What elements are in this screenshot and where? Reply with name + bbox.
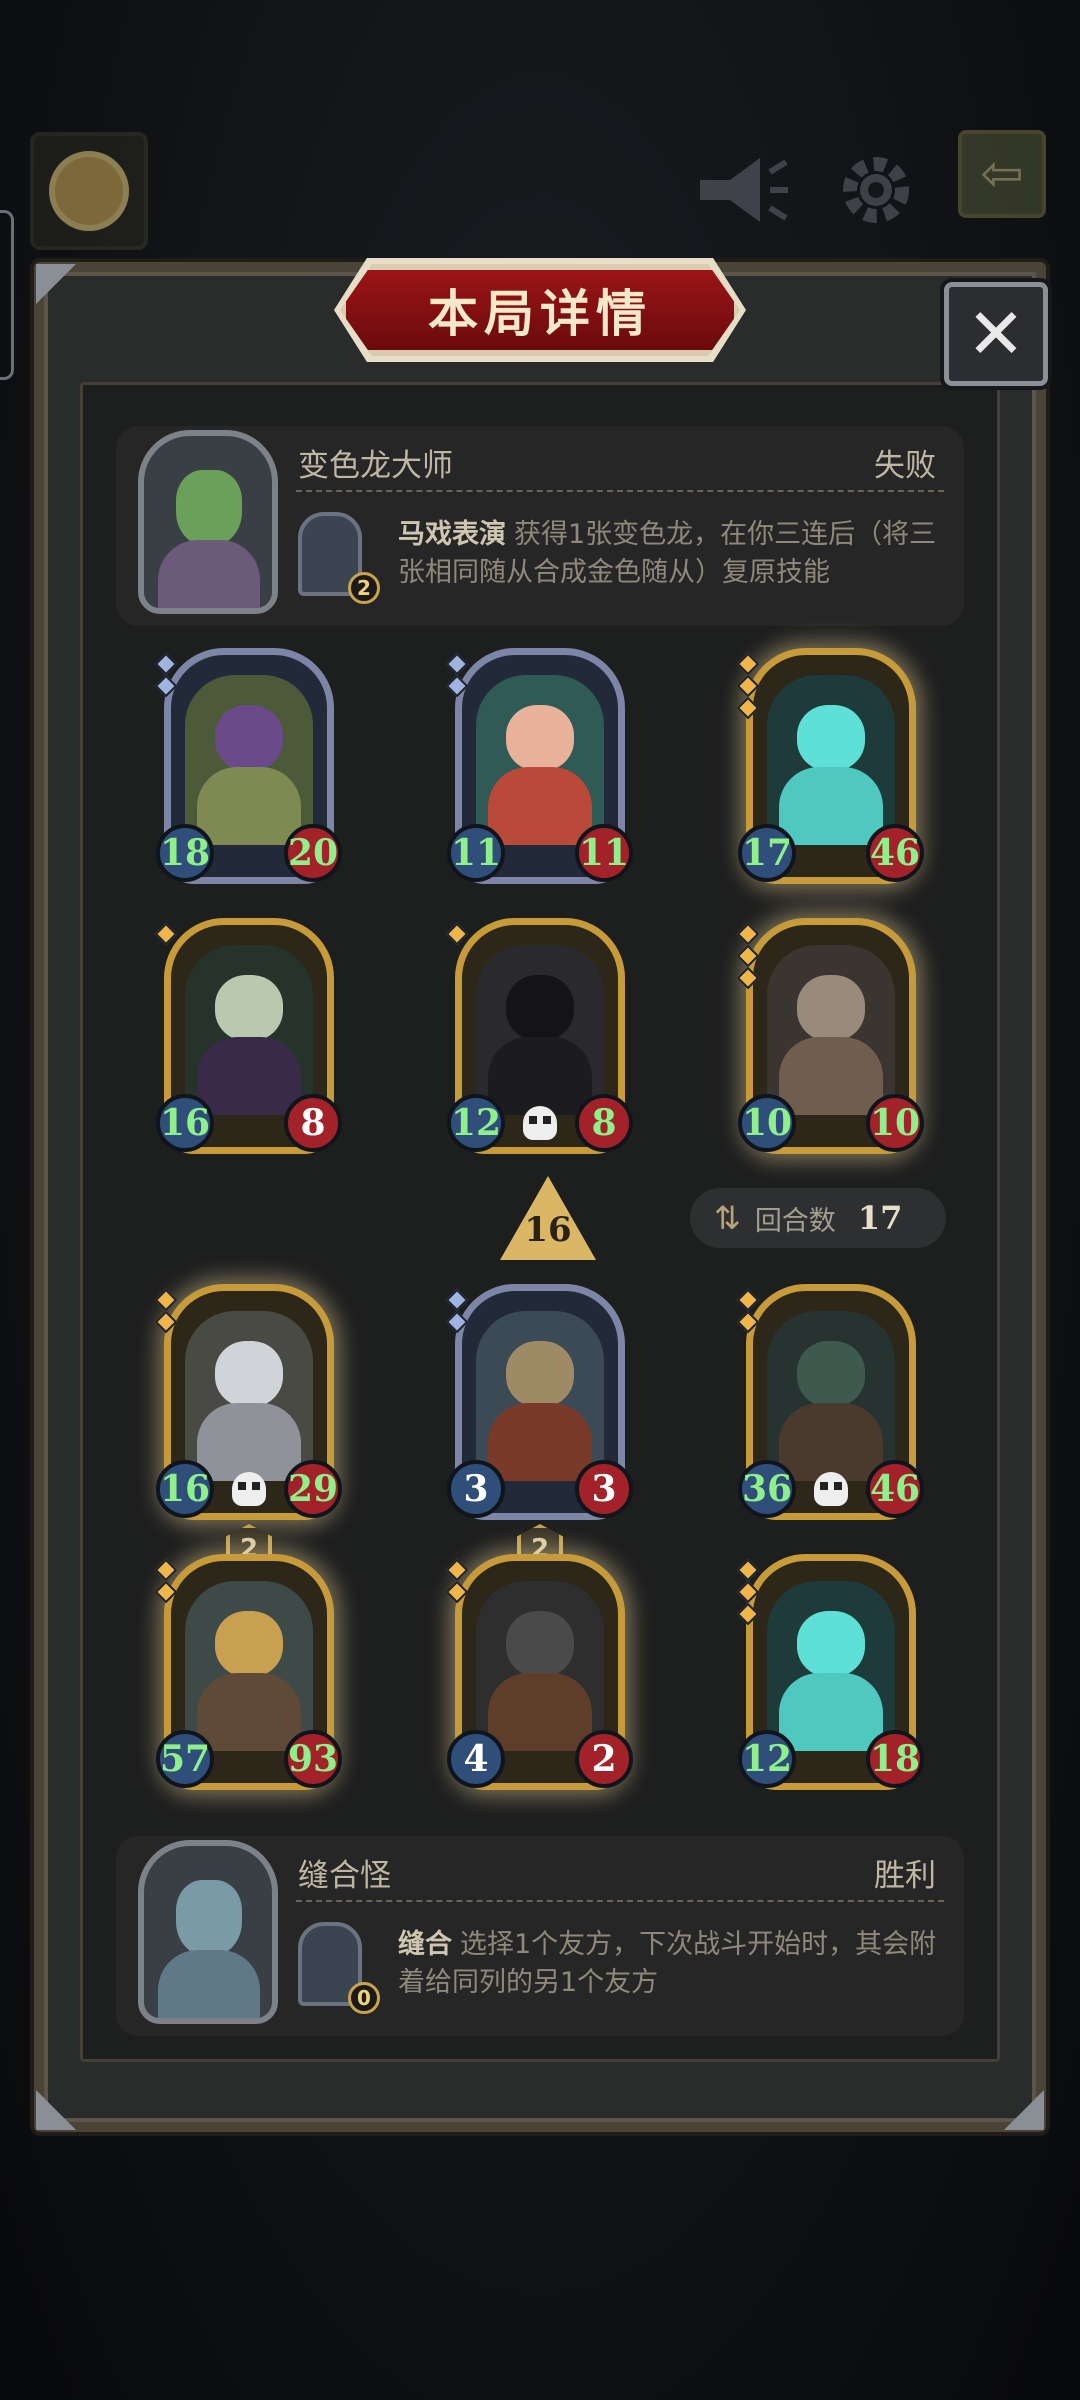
panel-corner bbox=[36, 264, 76, 304]
health-value: 10 bbox=[866, 1094, 924, 1152]
portrait-body bbox=[158, 1950, 260, 2018]
damage-value: 16 bbox=[524, 1210, 572, 1250]
health-value: 20 bbox=[284, 824, 342, 882]
minion-card[interactable]: 18 20 bbox=[154, 648, 342, 884]
player-name: 缝合怪 bbox=[298, 1858, 391, 1894]
side-drawer-handle[interactable] bbox=[0, 210, 14, 380]
skull-icon bbox=[523, 1106, 557, 1140]
health-value: 18 bbox=[866, 1730, 924, 1788]
player-skill-name: 缝合 bbox=[398, 1929, 452, 1960]
minion-card[interactable]: 2 4 2 bbox=[445, 1524, 633, 1790]
health-value: 29 bbox=[284, 1460, 342, 1518]
megaphone-icon[interactable] bbox=[690, 140, 790, 240]
health-value: 46 bbox=[866, 1460, 924, 1518]
round-label: 回合数 bbox=[754, 1205, 836, 1237]
minion-card[interactable]: 17 46 bbox=[736, 648, 924, 884]
close-button[interactable]: ✕ bbox=[944, 282, 1048, 386]
health-value: 8 bbox=[284, 1094, 342, 1152]
opponent-skill-count: 2 bbox=[348, 572, 380, 604]
opponent-portrait bbox=[138, 430, 278, 614]
player-info-row: 缝合怪 胜利 0 缝合 选择1个友方，下次战斗开始时，其会附着给同列的另1个友方 bbox=[116, 1836, 964, 2036]
skull-icon bbox=[232, 1472, 266, 1506]
health-value: 46 bbox=[866, 824, 924, 882]
player-skill-desc: 选择1个友方，下次战斗开始时，其会附着给同列的另1个友方 bbox=[398, 1929, 937, 1998]
minion-card[interactable]: 16 8 bbox=[154, 918, 342, 1154]
attack-value: 17 bbox=[738, 824, 796, 882]
avatar-face bbox=[49, 151, 129, 231]
attack-value: 12 bbox=[738, 1730, 796, 1788]
opponent-name: 变色龙大师 bbox=[298, 448, 453, 484]
attack-value: 4 bbox=[447, 1730, 505, 1788]
minion-card[interactable]: 12 18 bbox=[736, 1554, 924, 1790]
round-counter: ⇅ 回合数 17 bbox=[690, 1188, 946, 1248]
minion-card[interactable]: 3 3 bbox=[445, 1284, 633, 1520]
minion-card[interactable]: 12 8 bbox=[445, 918, 633, 1154]
opponent-result: 失败 bbox=[874, 448, 936, 484]
health-value: 8 bbox=[575, 1094, 633, 1152]
opponent-skill-text: 马戏表演 获得1张变色龙，在你三连后（将三张相同随从合成金色随从）复原技能 bbox=[398, 516, 946, 592]
panel-corner bbox=[36, 2090, 76, 2130]
health-value: 3 bbox=[575, 1460, 633, 1518]
minion-card[interactable]: 16 29 bbox=[154, 1284, 342, 1520]
back-arrow-icon[interactable]: ⇦ bbox=[958, 130, 1046, 218]
dialog-title: 本局详情 bbox=[428, 285, 652, 343]
avatar[interactable] bbox=[30, 132, 148, 250]
health-value: 11 bbox=[575, 824, 633, 882]
minion-card[interactable]: 10 10 bbox=[736, 918, 924, 1154]
attack-value: 16 bbox=[156, 1094, 214, 1152]
attack-value: 12 bbox=[447, 1094, 505, 1152]
minion-card[interactable]: 36 46 bbox=[736, 1284, 924, 1520]
attack-value: 3 bbox=[447, 1460, 505, 1518]
close-icon: ✕ bbox=[966, 293, 1026, 375]
attack-value: 36 bbox=[738, 1460, 796, 1518]
player-result: 胜利 bbox=[874, 1858, 936, 1894]
portrait-body bbox=[158, 540, 260, 608]
attack-value: 18 bbox=[156, 824, 214, 882]
top-bar: ⇦ bbox=[0, 120, 1080, 380]
player-skill-count: 0 bbox=[348, 1982, 380, 2014]
portrait-head bbox=[176, 1880, 242, 1956]
attack-value: 10 bbox=[738, 1094, 796, 1152]
divider bbox=[296, 1900, 944, 1902]
divider bbox=[296, 490, 944, 492]
portrait-head bbox=[176, 470, 242, 546]
minion-card[interactable]: 2 57 93 bbox=[154, 1524, 342, 1790]
opponent-skill-name: 马戏表演 bbox=[398, 519, 506, 550]
player-portrait bbox=[138, 1840, 278, 2024]
refresh-icon: ⇅ bbox=[714, 1199, 741, 1237]
attack-value: 57 bbox=[156, 1730, 214, 1788]
round-value: 17 bbox=[857, 1199, 903, 1237]
attack-value: 16 bbox=[156, 1460, 214, 1518]
panel-corner bbox=[1004, 2090, 1044, 2130]
game-screen: ⇦ 本局详情 ✕ 变色龙大师 失败 2 马戏表演 获得1张变色龙，在你三连后（将三… bbox=[0, 0, 1080, 2400]
title-banner: 本局详情 bbox=[340, 264, 740, 356]
minion-card[interactable]: 11 11 bbox=[445, 648, 633, 884]
attack-value: 11 bbox=[447, 824, 505, 882]
health-value: 2 bbox=[575, 1730, 633, 1788]
health-value: 93 bbox=[284, 1730, 342, 1788]
gear-icon[interactable] bbox=[826, 140, 926, 240]
opponent-info-row: 变色龙大师 失败 2 马戏表演 获得1张变色龙，在你三连后（将三张相同随从合成金色… bbox=[116, 426, 964, 626]
skull-icon bbox=[814, 1472, 848, 1506]
player-skill-text: 缝合 选择1个友方，下次战斗开始时，其会附着给同列的另1个友方 bbox=[398, 1926, 946, 2002]
